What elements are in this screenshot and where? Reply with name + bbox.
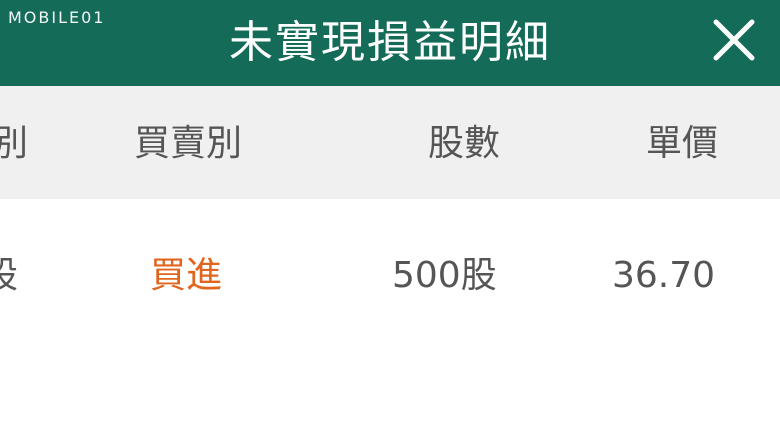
column-header-buy-sell: 買賣別 <box>134 123 243 164</box>
cell-shares: 500股 <box>392 255 497 296</box>
column-header-shares: 股數 <box>428 123 501 164</box>
cell-partial: 股 <box>0 255 19 296</box>
page-title: 未實現損益明細 <box>229 17 551 68</box>
close-icon <box>713 19 755 61</box>
cell-price: 36.70 <box>612 255 716 296</box>
column-header-price: 單價 <box>646 123 719 164</box>
column-header-partial: 別 <box>0 123 29 164</box>
cell-buy-sell: 買進 <box>150 255 223 296</box>
header-bar: MOBILE01 未實現損益明細 <box>0 0 780 86</box>
close-button[interactable] <box>708 14 760 66</box>
